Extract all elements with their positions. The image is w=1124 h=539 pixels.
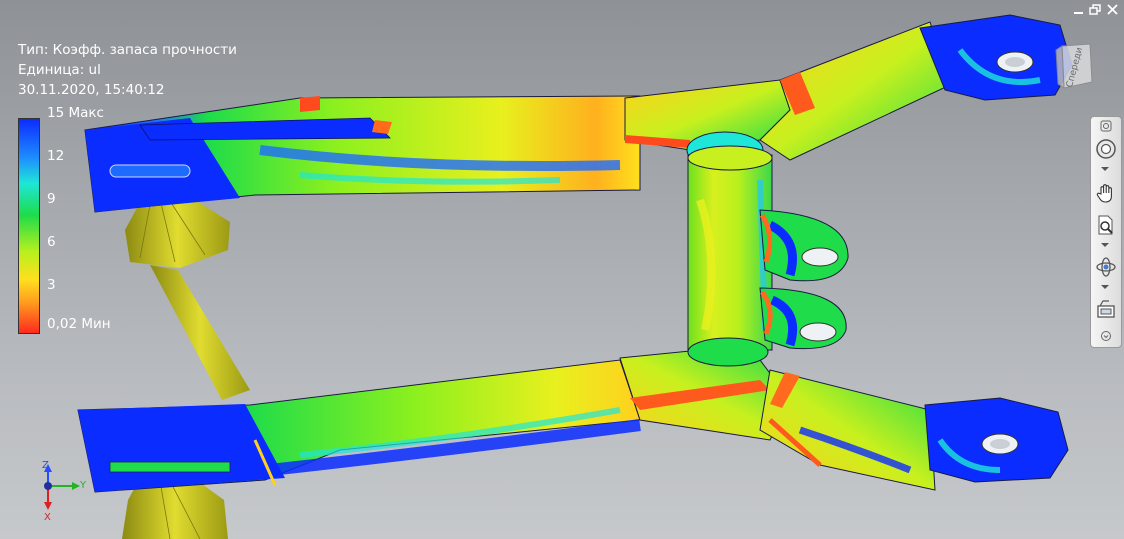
navigation-bar (1090, 116, 1122, 348)
viewcube-icon[interactable]: Спереди (1054, 42, 1094, 90)
triad-z-label: Z (42, 460, 49, 471)
legend-max-label: 15 Макс (47, 105, 104, 121)
stress-model-view[interactable] (0, 0, 1124, 539)
viewcube[interactable]: Спереди (1054, 42, 1094, 90)
orbit-icon[interactable] (1094, 255, 1118, 279)
zoom-icon[interactable] (1094, 213, 1118, 237)
steering-wheel-dropdown-icon[interactable] (1101, 167, 1109, 171)
middle-lug-lower[interactable] (759, 287, 847, 350)
middle-lug-upper[interactable] (759, 209, 849, 282)
result-unit-label: Единица: ul (18, 62, 101, 78)
fixture-constraint-top (125, 175, 250, 400)
zoom-dropdown-icon[interactable] (1101, 243, 1109, 247)
coordinate-triad: Z Y X (30, 460, 90, 526)
color-legend-bar (18, 118, 40, 334)
lower-junction[interactable] (619, 337, 936, 491)
legend-min-label: 0,02 Мин (47, 316, 111, 332)
lower-lug[interactable] (924, 397, 1069, 483)
look-at-icon[interactable] (1094, 297, 1118, 321)
orbit-dropdown-icon[interactable] (1101, 285, 1109, 289)
legend-tick-9: 9 (47, 191, 56, 207)
legend-tick-6: 6 (47, 234, 56, 250)
minimize-icon[interactable] (1072, 4, 1085, 15)
upper-arm[interactable] (84, 95, 641, 213)
nav-bar-options-icon[interactable] (1094, 329, 1118, 343)
triad-y-label: Y (80, 480, 87, 491)
upper-junction[interactable] (624, 21, 951, 169)
pan-hand-icon[interactable] (1094, 181, 1118, 205)
steering-wheel-icon[interactable] (1094, 137, 1118, 161)
graphics-viewport[interactable]: Тип: Коэфф. запаса прочности Единица: ul… (0, 0, 1124, 539)
restore-icon[interactable] (1089, 4, 1102, 15)
result-type-label: Тип: Коэфф. запаса прочности (18, 42, 237, 58)
nav-bar-close-icon[interactable] (1094, 120, 1118, 132)
legend-tick-3: 3 (47, 277, 56, 293)
lower-arm[interactable] (77, 359, 641, 493)
result-date-label: 30.11.2020, 15:40:12 (18, 82, 165, 98)
cross-tube[interactable] (687, 145, 773, 351)
close-icon[interactable] (1106, 4, 1119, 15)
legend-tick-12: 12 (47, 148, 65, 164)
triad-x-label: X (44, 512, 51, 523)
